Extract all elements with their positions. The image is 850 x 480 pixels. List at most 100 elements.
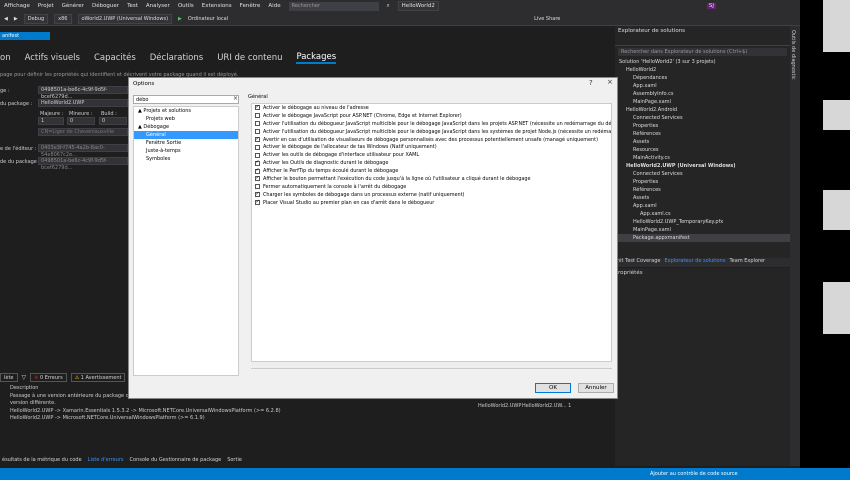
options-tree-item[interactable]: Général [134, 131, 238, 139]
options-tree-item[interactable]: ▲ Débogage [134, 123, 238, 131]
help-button[interactable]: ? [589, 79, 593, 87]
solution-tree-item[interactable]: Resources [615, 146, 790, 154]
solution-tree-item[interactable]: Assets [615, 194, 790, 202]
tab-application[interactable]: on [0, 53, 11, 63]
tab-visual-assets[interactable]: Actifs visuels [25, 53, 80, 63]
diagnostic-tools-tab[interactable]: Outils de diagnostic [790, 26, 796, 80]
menu-generer[interactable]: Générer [62, 3, 84, 9]
option-row[interactable]: Activer le débogage de l'allocateur de t… [252, 143, 611, 151]
option-row[interactable]: Activer l'utilisation du débogueur JavaS… [252, 128, 611, 136]
menu-analyser[interactable]: Analyser [146, 3, 170, 9]
platform-select[interactable]: x86 [54, 13, 72, 24]
cancel-button[interactable]: Annuler [578, 383, 614, 393]
tab-team-explorer[interactable]: Team Explorer [729, 258, 765, 267]
menu-test[interactable]: Test [127, 3, 138, 9]
option-checkbox[interactable] [255, 104, 260, 111]
tab-declarations[interactable]: Déclarations [150, 53, 203, 63]
option-row[interactable]: Activer le débogage au niveau de l'adres… [252, 104, 611, 112]
clear-search-icon[interactable]: × [233, 95, 238, 102]
config-select[interactable]: Debug [23, 13, 49, 24]
options-tree-item[interactable]: ▲ Projets et solutions [134, 107, 238, 115]
option-row[interactable]: Activer les outils de débogage d'interfa… [252, 151, 611, 159]
option-checkbox[interactable] [255, 159, 260, 166]
solution-tree-item[interactable]: Properties [615, 122, 790, 130]
package-name-input[interactable]: 0498501a-be6c-4c9f-9d5f-bcef6279d... [38, 86, 128, 100]
package-family-input[interactable]: 0498501a-be6c-4c9f-9d5f-bcef6279d... [38, 157, 128, 171]
option-checkbox[interactable] [255, 191, 260, 198]
option-row[interactable]: Afficher le PerfTip du temps écoulé dura… [252, 167, 611, 175]
menu-aide[interactable]: Aide [268, 3, 280, 9]
tab-unit-test-coverage[interactable]: nit Test Coverage [617, 258, 661, 267]
option-row[interactable]: Activer l'utilisation du débogueur JavaS… [252, 120, 611, 128]
column-description[interactable]: Description [10, 385, 38, 391]
solution-tree-item[interactable]: Références [615, 130, 790, 138]
solution-tree-item[interactable]: Dépendances [615, 74, 790, 82]
forward-icon[interactable]: ▶ [14, 16, 18, 22]
errors-filter-button[interactable]: ⊗ 0 Erreurs [30, 373, 67, 382]
option-checkbox[interactable] [255, 184, 260, 190]
solution-tree-item[interactable]: Connected Services [615, 170, 790, 178]
option-row[interactable]: Activer les Outils de diagnostic durant … [252, 159, 611, 167]
tab-package-manager-console[interactable]: Console du Gestionnaire de package [130, 457, 222, 467]
solution-tree-item[interactable]: Connected Services [615, 114, 790, 122]
option-row[interactable]: Activer le débogage JavaScript pour ASP.… [252, 112, 611, 120]
tab-error-list[interactable]: Liste d'erreurs [88, 457, 124, 467]
option-checkbox[interactable] [255, 144, 260, 150]
solution-search-input[interactable]: Rechercher dans Explorateur de solutions… [618, 48, 787, 56]
options-tree-item[interactable]: Juste-à-temps [134, 147, 238, 155]
solution-tree-item[interactable]: Properties [615, 178, 790, 186]
solution-tree-item[interactable]: Solution 'HelloWorld2' (3 sur 3 projets) [615, 58, 790, 66]
tab-capabilities[interactable]: Capacités [94, 53, 136, 63]
menu-extensions[interactable]: Extensions [202, 3, 232, 9]
package-display-name-input[interactable]: HelloWorld2.UWP [38, 99, 128, 107]
solution-tree-item[interactable]: App.xaml [615, 82, 790, 90]
menu-affichage[interactable]: Affichage [4, 3, 30, 9]
tab-output[interactable]: Sortie [227, 457, 242, 467]
option-checkbox[interactable] [255, 129, 260, 135]
warnings-filter-button[interactable]: ⚠ 1 Avertissement [70, 373, 126, 382]
back-icon[interactable]: ◀ [4, 16, 8, 22]
option-checkbox[interactable] [255, 136, 260, 142]
option-checkbox[interactable] [255, 113, 260, 119]
document-tab[interactable]: anifest [0, 32, 50, 40]
solution-tree-item[interactable]: Références [615, 186, 790, 194]
solution-tree-item[interactable]: MainActivity.cs [615, 154, 790, 162]
option-checkbox[interactable] [255, 199, 260, 206]
tab-content-uris[interactable]: URI de contenu [217, 53, 282, 63]
option-row[interactable]: Fermer automatiquement la console à l'ar… [252, 183, 611, 191]
option-row[interactable]: Afficher le bouton permettant l'exécutio… [252, 175, 611, 183]
menu-deboguer[interactable]: Déboguer [92, 3, 119, 9]
options-tree-item[interactable]: Fenêtre Sortie [134, 139, 238, 147]
avatar[interactable]: SJ [706, 3, 716, 9]
solution-tree-item[interactable]: AssemblyInfo.cs [615, 90, 790, 98]
solution-tree-item[interactable]: App.xaml [615, 202, 790, 210]
search-icon[interactable]: ⌕ [387, 3, 390, 10]
source-control-button[interactable]: Ajouter au contrôle de code source [650, 471, 738, 477]
solution-tree-item[interactable]: HelloWorld2 [615, 66, 790, 74]
version-build-input[interactable]: 0 [99, 117, 127, 125]
filter-icon[interactable]: ▽ [22, 374, 27, 381]
tab-solution-explorer[interactable]: Explorateur de solutions [665, 258, 726, 267]
solution-tree-item[interactable]: HelloWorld2.UWP_TemporaryKey.pfx [615, 218, 790, 226]
solution-tree-item[interactable]: MainPage.xaml [615, 98, 790, 106]
global-search-input[interactable]: Rechercher [288, 1, 379, 11]
menu-projet[interactable]: Projet [38, 3, 54, 9]
ok-button[interactable]: OK [535, 383, 571, 393]
option-row[interactable]: Avertir en cas d'utilisation de visualis… [252, 136, 611, 144]
options-tree-item[interactable]: Symboles [134, 155, 238, 163]
option-checkbox[interactable] [255, 175, 260, 182]
options-search-input[interactable]: débo [133, 95, 239, 104]
option-checkbox[interactable] [255, 152, 260, 158]
solution-tree-item[interactable]: HelloWorld2.Android [615, 106, 790, 114]
option-row[interactable]: Placer Visual Studio au premier plan en … [252, 199, 611, 207]
startup-project-select[interactable]: oWorld2.UWP (Universal Windows) [77, 13, 173, 24]
version-major-input[interactable]: 1 [38, 117, 64, 125]
options-tree-item[interactable]: Projets web [134, 115, 238, 123]
tab-packages[interactable]: Packages [296, 52, 337, 64]
play-icon[interactable]: ▶ [178, 16, 182, 22]
target-select[interactable]: Ordinateur local [188, 16, 228, 22]
solution-tree-item[interactable]: Package.appxmanifest [615, 234, 790, 242]
option-checkbox[interactable] [255, 121, 260, 127]
solution-tree-item[interactable]: HelloWorld2.UWP (Universal Windows) [615, 162, 790, 170]
horizontal-scrollbar[interactable] [251, 361, 612, 368]
